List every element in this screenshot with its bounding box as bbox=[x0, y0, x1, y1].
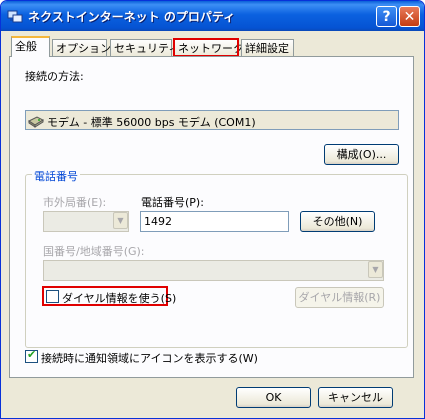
notify-icon-checkbox[interactable]: ✔ bbox=[25, 348, 38, 363]
notify-icon-label: 接続時に通知領域にアイコンを表示する(W) bbox=[41, 352, 258, 365]
country-code-label: 国番号/地域番号(G): bbox=[43, 245, 145, 258]
tab-advanced[interactable]: 詳細設定 bbox=[241, 39, 294, 56]
chevron-down-icon: ▼ bbox=[113, 212, 128, 229]
dialog-client-area: 全般 オプション セキュリティ ネットワーク 詳細設定 接続の方法: モデム -… bbox=[4, 31, 421, 415]
general-tab-panel: 接続の方法: モデム - 標準 56000 bps モデム (COM1) 構成(… bbox=[9, 56, 414, 378]
modem-field: モデム - 標準 56000 bps モデム (COM1) bbox=[25, 110, 399, 130]
area-code-label: 市外局番(E): bbox=[43, 196, 107, 209]
network-connection-icon bbox=[7, 10, 23, 23]
country-code-combo[interactable] bbox=[43, 260, 384, 281]
window-title: ネクストインターネット のプロパティ bbox=[28, 10, 236, 24]
tab-general[interactable]: 全般 bbox=[11, 36, 50, 57]
tab-options[interactable]: オプション bbox=[52, 39, 111, 56]
checkmark-icon: ✔ bbox=[27, 348, 37, 361]
chevron-down-icon: ▼ bbox=[368, 261, 383, 278]
other-button[interactable]: その他(N) bbox=[300, 211, 375, 232]
dialing-rules-button[interactable]: ダイヤル情報(R) bbox=[295, 287, 384, 308]
ok-button[interactable]: OK bbox=[236, 387, 311, 408]
help-button[interactable]: ? bbox=[376, 6, 397, 27]
tab-security[interactable]: セキュリティ bbox=[110, 39, 179, 56]
cancel-button[interactable]: キャンセル bbox=[318, 387, 393, 408]
modem-icon bbox=[28, 116, 44, 128]
title-bar[interactable]: ネクストインターネット のプロパティ ? ✕ bbox=[1, 1, 424, 31]
phone-number-label: 電話番号(P): bbox=[141, 196, 204, 209]
close-button[interactable]: ✕ bbox=[399, 6, 420, 27]
tab-network[interactable]: ネットワーク bbox=[173, 38, 244, 57]
properties-window: ネクストインターネット のプロパティ ? ✕ 全般 オプション セキュリティ ネ… bbox=[0, 0, 425, 419]
use-dialing-checkbox[interactable] bbox=[46, 290, 59, 303]
use-dialing-label: ダイヤル情報を使う(S) bbox=[62, 292, 177, 305]
configure-button[interactable]: 構成(O)... bbox=[324, 144, 399, 165]
modem-text: モデム - 標準 56000 bps モデム (COM1) bbox=[47, 116, 256, 129]
phone-number-input[interactable]: 1492 bbox=[140, 211, 289, 232]
phone-group-title: 電話番号 bbox=[32, 168, 80, 184]
connect-using-label: 接続の方法: bbox=[25, 70, 84, 83]
